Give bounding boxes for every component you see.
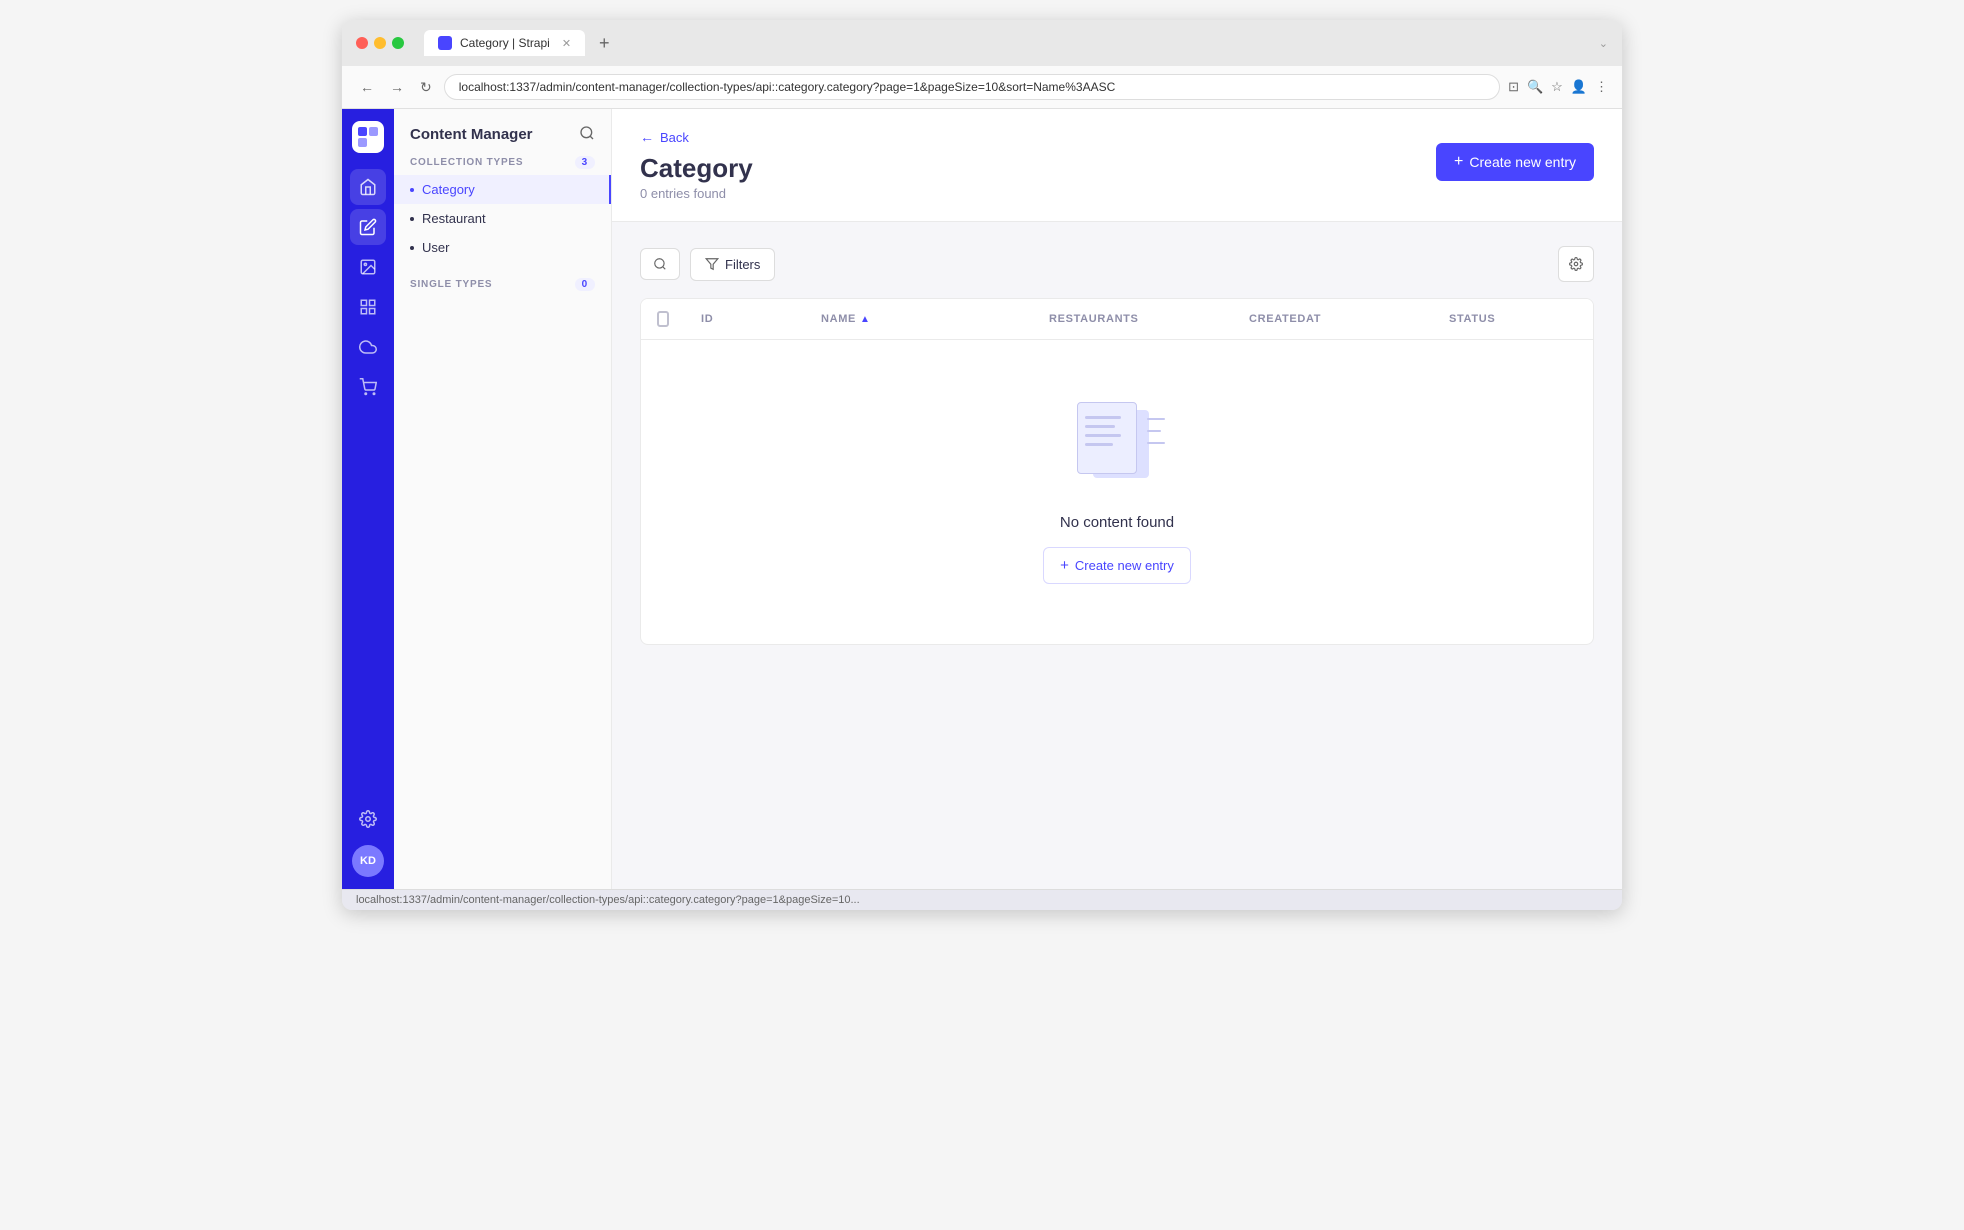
rail-icon-settings[interactable] <box>350 801 386 837</box>
create-entry-button-header[interactable]: + Create new entry <box>1436 143 1594 181</box>
col-restaurants-label: RESTAURANTS <box>1049 313 1139 325</box>
page-title: Category <box>640 153 753 184</box>
rail-icon-media[interactable] <box>350 249 386 285</box>
filters-button[interactable]: Filters <box>690 248 775 281</box>
collection-types-label: COLLECTION TYPES 3 <box>394 156 611 169</box>
rail-icon-shop[interactable] <box>350 369 386 405</box>
col-id[interactable]: ID <box>685 299 805 339</box>
strapi-logo[interactable] <box>352 121 384 153</box>
maximize-window-button[interactable] <box>392 37 404 49</box>
browser-nav-icons: ⊡ 🔍 ☆ 👤 ⋮ <box>1508 79 1608 95</box>
sort-ascending-icon: ▲ <box>860 314 871 325</box>
user-initials: KD <box>360 855 376 867</box>
col-name[interactable]: NAME ▲ <box>805 299 1033 339</box>
browser-tab[interactable]: Category | Strapi ✕ <box>424 30 585 56</box>
tab-close-button[interactable]: ✕ <box>562 37 571 50</box>
sidebar-item-dot <box>410 217 414 221</box>
filters-label: Filters <box>725 257 760 272</box>
sidebar-item-user-label: User <box>422 240 449 255</box>
main-header: ← Back Category 0 entries found + Create… <box>612 109 1622 222</box>
rail-bottom: KD <box>350 801 386 877</box>
profile-icon[interactable]: 👤 <box>1571 79 1587 95</box>
new-tab-button[interactable]: + <box>593 33 616 54</box>
status-bar: localhost:1337/admin/content-manager/col… <box>342 889 1622 910</box>
window-controls <box>356 37 404 49</box>
table-settings-button[interactable] <box>1558 246 1594 282</box>
single-types-badge: 0 <box>575 278 595 291</box>
rail-icon-content[interactable] <box>350 209 386 245</box>
forward-nav-button[interactable]: → <box>386 75 408 99</box>
col-restaurants[interactable]: RESTAURANTS <box>1033 299 1233 339</box>
collection-types-badge: 3 <box>575 156 595 169</box>
refresh-nav-button[interactable]: ↻ <box>416 75 436 100</box>
sidebar: Content Manager COLLECTION TYPES 3 Categ… <box>394 109 612 889</box>
col-name-label: NAME <box>821 313 856 325</box>
icon-rail: KD <box>342 109 394 889</box>
sidebar-header: Content Manager <box>394 125 611 156</box>
rail-icon-plugins[interactable] <box>350 329 386 365</box>
create-btn-plus-icon: + <box>1454 153 1463 171</box>
search-button[interactable] <box>640 248 680 280</box>
back-nav-button[interactable]: ← <box>356 75 378 99</box>
sidebar-search-button[interactable] <box>579 125 595 144</box>
close-window-button[interactable] <box>356 37 368 49</box>
user-avatar[interactable]: KD <box>352 845 384 877</box>
url-text: localhost:1337/admin/content-manager/col… <box>459 80 1116 94</box>
create-btn-label: Create new entry <box>1469 154 1576 170</box>
empty-state-title: No content found <box>1060 514 1174 531</box>
col-status-label: STATUS <box>1449 313 1495 325</box>
browser-window: Category | Strapi ✕ + ⌄ ← → ↻ localhost:… <box>342 20 1622 910</box>
col-createdat[interactable]: CREATEDAT <box>1233 299 1433 339</box>
doc-front-lines <box>1085 416 1121 446</box>
data-table: ID NAME ▲ RESTAURANTS CREATEDAT <box>640 298 1594 645</box>
sidebar-item-restaurant-label: Restaurant <box>422 211 486 226</box>
create-entry-button-empty[interactable]: + Create new entry <box>1043 547 1191 584</box>
back-arrow-icon: ← <box>640 129 654 145</box>
sidebar-item-restaurant[interactable]: Restaurant <box>394 204 611 233</box>
sidebar-item-category-label: Category <box>422 182 475 197</box>
app-container: KD Content Manager COLLECTION TYPES 3 <box>342 109 1622 889</box>
single-types-label: SINGLE TYPES 0 <box>394 278 611 291</box>
minimize-window-button[interactable] <box>374 37 386 49</box>
menu-icon[interactable]: ⋮ <box>1595 79 1608 95</box>
strapi-favicon <box>438 36 452 50</box>
content-area: Filters <box>612 222 1622 669</box>
select-all-checkbox[interactable] <box>657 311 669 327</box>
sidebar-title: Content Manager <box>410 126 533 143</box>
window-menu-icon[interactable]: ⌄ <box>1599 37 1608 50</box>
sidebar-item-category[interactable]: Category <box>394 175 611 204</box>
sidebar-item-user[interactable]: User <box>394 233 611 262</box>
col-createdat-label: CREATEDAT <box>1249 313 1321 325</box>
sidebar-item-dot <box>410 246 414 250</box>
entries-count: 0 entries found <box>640 186 753 201</box>
browser-titlebar: Category | Strapi ✕ + ⌄ <box>342 20 1622 66</box>
toolbar: Filters <box>640 246 1594 282</box>
status-bar-url: localhost:1337/admin/content-manager/col… <box>356 894 860 906</box>
main-content: ← Back Category 0 entries found + Create… <box>612 109 1622 889</box>
tab-bar: Category | Strapi ✕ + <box>424 30 1589 56</box>
back-link-label: Back <box>660 130 689 145</box>
empty-illustration <box>1067 400 1167 490</box>
back-link[interactable]: ← Back <box>640 129 753 145</box>
sparkle-lines <box>1147 418 1165 444</box>
col-id-label: ID <box>701 313 713 325</box>
empty-create-btn-label: Create new entry <box>1075 558 1174 573</box>
empty-create-plus-icon: + <box>1060 557 1069 574</box>
col-status[interactable]: STATUS <box>1433 299 1593 339</box>
rail-icon-layout[interactable] <box>350 289 386 325</box>
empty-state: No content found + Create new entry <box>641 340 1593 644</box>
sidebar-item-dot <box>410 188 414 192</box>
address-bar[interactable]: localhost:1337/admin/content-manager/col… <box>444 74 1500 100</box>
table-select-all-header <box>641 299 685 339</box>
header-left: ← Back Category 0 entries found <box>640 129 753 201</box>
zoom-icon[interactable]: 🔍 <box>1527 79 1543 95</box>
rail-icon-home[interactable] <box>350 169 386 205</box>
table-header: ID NAME ▲ RESTAURANTS CREATEDAT <box>641 299 1593 340</box>
tab-title: Category | Strapi <box>460 36 550 50</box>
browser-nav: ← → ↻ localhost:1337/admin/content-manag… <box>342 66 1622 109</box>
bookmark-icon[interactable]: ☆ <box>1551 79 1563 95</box>
cast-icon[interactable]: ⊡ <box>1508 79 1519 95</box>
